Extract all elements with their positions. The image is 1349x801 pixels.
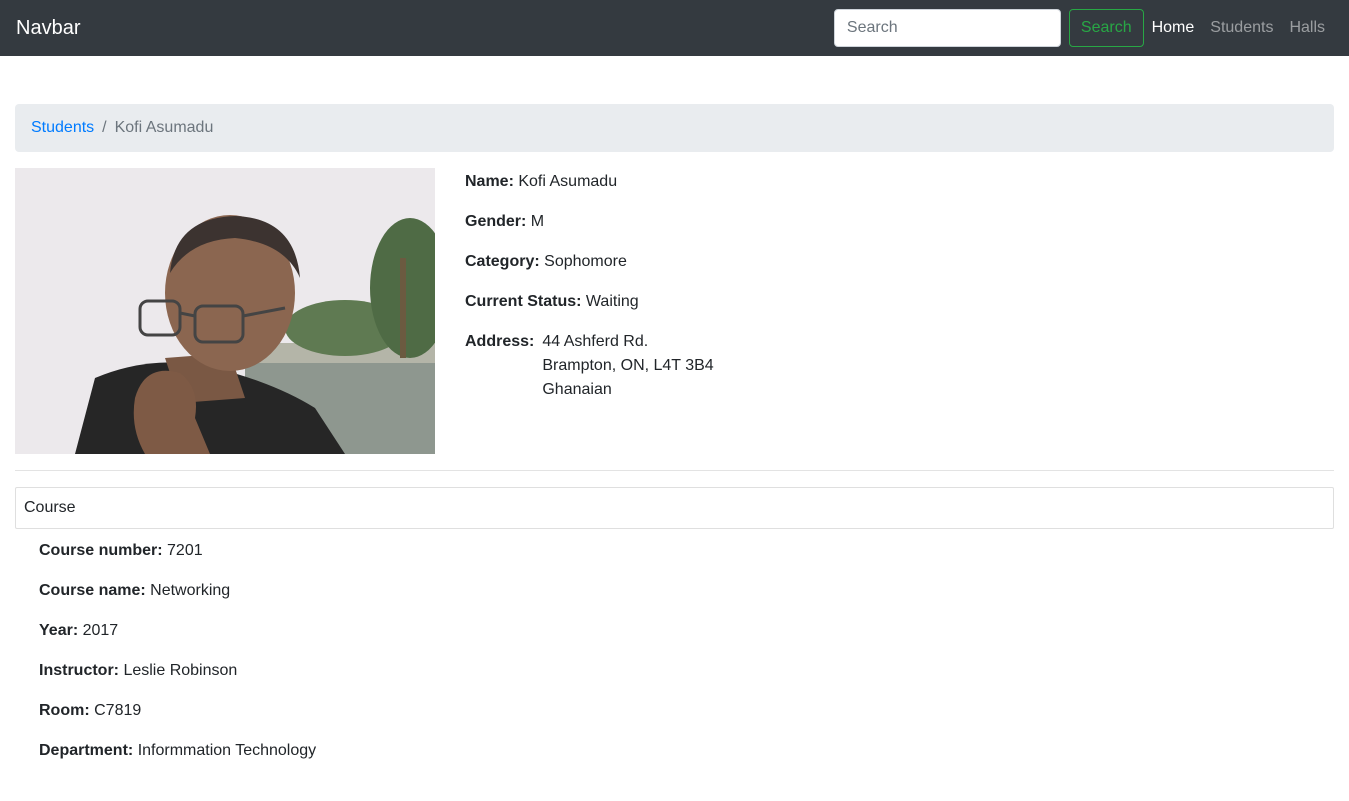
breadcrumb: Students / Kofi Asumadu [15, 104, 1334, 152]
detail-category: Category: Sophomore [465, 252, 714, 292]
course-name-label: Course name: [39, 582, 146, 599]
name-label: Name: [465, 173, 514, 190]
detail-name: Name: Kofi Asumadu [465, 172, 714, 212]
student-photo [15, 168, 435, 454]
category-label: Category: [465, 253, 540, 270]
course-department-row: Department: Informmation Technology [39, 741, 316, 781]
address-line-2: Brampton, ON, L4T 3B4 [542, 357, 714, 374]
breadcrumb-separator: / [102, 119, 107, 136]
course-details: Course number: 7201 Course name: Network… [39, 541, 316, 781]
search-button[interactable]: Search [1068, 9, 1144, 47]
navbar-brand[interactable]: Navbar [16, 17, 834, 40]
navbar: Navbar Search Home Students Halls [0, 0, 1349, 56]
course-name-row: Course name: Networking [39, 581, 316, 621]
address-line-1: 44 Ashferd Rd. [542, 333, 649, 350]
address-line-3: Ghanaian [542, 381, 612, 398]
course-year-value: 2017 [82, 622, 119, 639]
category-value: Sophomore [544, 253, 627, 270]
divider [15, 470, 1334, 471]
nav-link-students[interactable]: Students [1202, 19, 1281, 37]
course-year-row: Year: 2017 [39, 621, 316, 661]
detail-gender: Gender: M [465, 212, 714, 252]
course-department-value: Informmation Technology [137, 742, 317, 759]
student-details: Name: Kofi Asumadu Gender: M Category: S… [465, 172, 714, 398]
course-room-value: C7819 [94, 702, 142, 719]
course-number-label: Course number: [39, 542, 163, 559]
course-room-label: Room: [39, 702, 90, 719]
detail-address: Address: 44 Ashferd Rd. Brampton, ON, L4… [465, 330, 714, 398]
breadcrumb-current: Kofi Asumadu [114, 119, 214, 136]
gender-label: Gender: [465, 213, 527, 230]
course-year-label: Year: [39, 622, 79, 639]
course-department-label: Department: [39, 742, 134, 759]
course-number-row: Course number: 7201 [39, 541, 316, 581]
address-lines: 44 Ashferd Rd. Brampton, ON, L4T 3B4 Gha… [542, 330, 713, 398]
course-instructor-row: Instructor: Leslie Robinson [39, 661, 316, 701]
course-instructor-label: Instructor: [39, 662, 119, 679]
breadcrumb-link-students[interactable]: Students [31, 119, 94, 137]
detail-status: Current Status: Waiting [465, 292, 714, 332]
gender-value: M [530, 213, 545, 230]
nav-links: Home Students Halls [1144, 19, 1333, 37]
nav-link-home[interactable]: Home [1144, 19, 1203, 37]
course-instructor-value: Leslie Robinson [123, 662, 238, 679]
nav-link-halls[interactable]: Halls [1281, 19, 1333, 37]
search-input[interactable] [833, 9, 1061, 47]
status-label: Current Status: [465, 293, 582, 310]
course-name-value: Networking [150, 582, 231, 599]
name-value: Kofi Asumadu [518, 173, 618, 190]
course-card-header: Course [15, 487, 1334, 529]
course-number-value: 7201 [167, 542, 203, 559]
status-value: Waiting [585, 293, 639, 310]
course-room-row: Room: C7819 [39, 701, 316, 741]
address-label: Address: [465, 333, 535, 350]
